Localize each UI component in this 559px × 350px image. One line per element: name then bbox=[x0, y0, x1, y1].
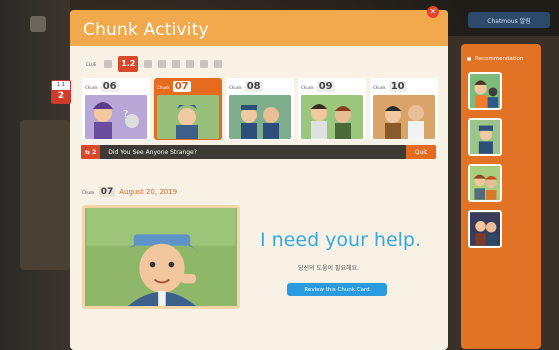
chunk-number: 08 bbox=[244, 81, 263, 92]
bullet-icon bbox=[467, 57, 471, 61]
recommendation-thumb[interactable] bbox=[468, 210, 502, 248]
chunk-card[interactable]: Chunk 10 bbox=[370, 78, 438, 140]
user-name-label[interactable]: Chatmous 알림 bbox=[468, 12, 550, 28]
recommendation-thumb[interactable] bbox=[468, 118, 502, 156]
recommendation-thumb[interactable] bbox=[468, 164, 502, 202]
modal-header: Chunk Activity bbox=[70, 10, 448, 46]
episode-title: Did You See Anyone Strange? bbox=[108, 148, 197, 156]
episode-bar: ⇆ 2 Did You See Anyone Strange? Quit bbox=[81, 145, 436, 159]
chunk-card[interactable]: Chunk 06 ? bbox=[82, 78, 150, 140]
chunk-number: 10 bbox=[388, 81, 407, 92]
chunk-number: 07 bbox=[172, 81, 191, 92]
recommendation-panel: Recommendation bbox=[461, 44, 541, 349]
step-indicator[interactable] bbox=[186, 60, 195, 68]
step-indicator[interactable] bbox=[214, 60, 223, 68]
recommendation-label: Recommendation bbox=[475, 56, 524, 62]
chunk-illustration bbox=[82, 205, 240, 309]
chunk-activity-modal: Chunk Activity CLUE 1.2 Chunk 06 ? Chunk 0… bbox=[70, 10, 448, 350]
home-icon[interactable] bbox=[30, 16, 46, 32]
chunk-thumbnail: ? bbox=[85, 95, 147, 139]
selected-chunk-header: Chunk 07 August 20, 2019 bbox=[82, 187, 177, 197]
recommendation-thumb[interactable] bbox=[468, 72, 502, 110]
chunk-thumbnail bbox=[157, 95, 219, 139]
episode-badge-bottom: 2 bbox=[52, 90, 70, 103]
quit-button[interactable]: Quit bbox=[406, 145, 436, 159]
chunk-number: 09 bbox=[316, 81, 335, 92]
step-indicator[interactable] bbox=[200, 60, 209, 68]
chunk-word: Chunk bbox=[157, 85, 170, 90]
episode-icon: ⇆ bbox=[85, 148, 91, 156]
background-furniture bbox=[20, 120, 70, 270]
chunk-phrase: I need your help. bbox=[260, 229, 422, 251]
chunk-thumbnail bbox=[373, 95, 435, 139]
episode-number-value: 2 bbox=[92, 148, 97, 156]
chunk-number: 07 bbox=[98, 187, 116, 197]
chunk-card-active[interactable]: Chunk 07 bbox=[154, 78, 222, 140]
step-indicator[interactable] bbox=[144, 60, 153, 68]
progress-label: CLUE bbox=[86, 61, 97, 67]
chunk-number: 06 bbox=[100, 81, 119, 92]
chunk-date: August 20, 2019 bbox=[119, 188, 178, 196]
chunk-thumbnail bbox=[301, 95, 363, 139]
chunk-list: Chunk 06 ? Chunk 07 Chunk 08 Chunk 09 Chunk 1… bbox=[82, 78, 438, 140]
modal-title: Chunk Activity bbox=[83, 20, 209, 40]
step-indicator-active[interactable]: 1.2 bbox=[118, 56, 139, 72]
chunk-word: Chunk bbox=[85, 85, 98, 90]
chunk-card[interactable]: Chunk 09 bbox=[298, 78, 366, 140]
chunk-thumbnail bbox=[229, 95, 291, 139]
chunk-word: Chunk bbox=[82, 190, 95, 195]
progress-steps: CLUE 1.2 bbox=[86, 56, 223, 72]
chunk-translation: 당신의 도움이 필요해요. bbox=[298, 265, 359, 272]
recommendation-header: Recommendation bbox=[467, 56, 523, 62]
episode-badge-top: 1.1 bbox=[57, 82, 65, 88]
step-indicator[interactable] bbox=[158, 60, 167, 68]
step-indicator[interactable] bbox=[104, 60, 113, 68]
review-chunk-card-button[interactable]: Review this Chunk Card bbox=[287, 283, 387, 296]
step-indicator[interactable] bbox=[172, 60, 181, 68]
chunk-word: Chunk bbox=[301, 85, 314, 90]
chunk-word: Chunk bbox=[229, 85, 242, 90]
chunk-card[interactable]: Chunk 08 bbox=[226, 78, 294, 140]
close-icon[interactable]: ✕ bbox=[427, 6, 439, 18]
episode-number: ⇆ 2 bbox=[81, 145, 101, 159]
episode-badge: 1.1 2 bbox=[51, 80, 71, 104]
chunk-word: Chunk bbox=[373, 85, 386, 90]
